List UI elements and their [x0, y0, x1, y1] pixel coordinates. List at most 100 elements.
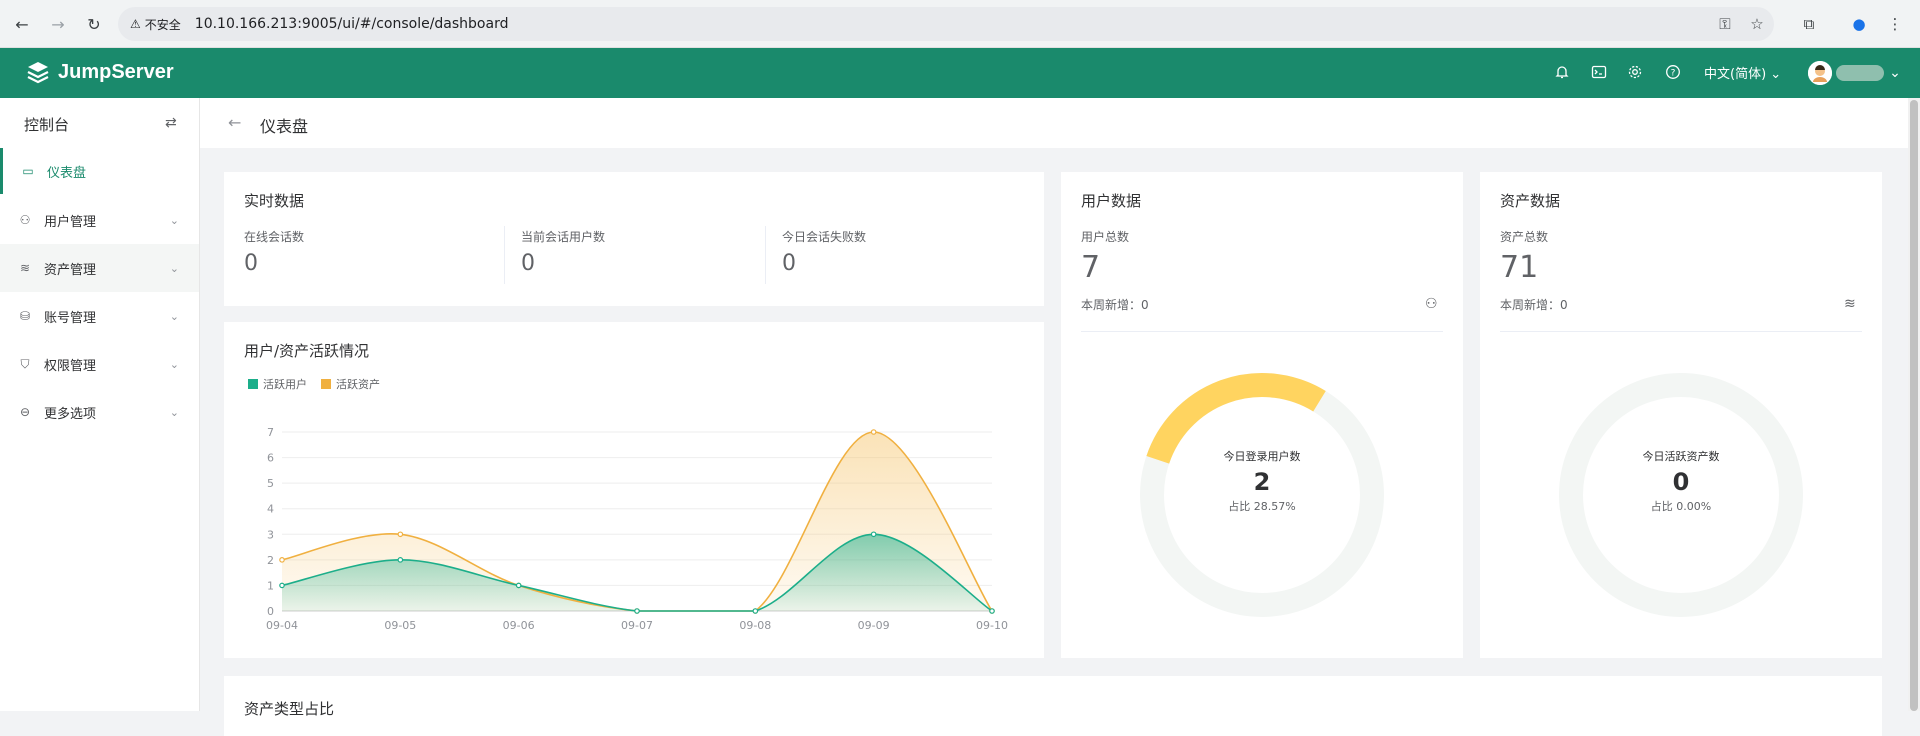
menu-kebab-icon[interactable]: ⋮	[1886, 15, 1904, 33]
y-tick-label: 6	[267, 452, 274, 465]
data-point-users	[752, 608, 759, 614]
sidebar-item-label: 更多选项	[44, 406, 97, 422]
chevron-down-icon: ⌄	[169, 261, 179, 275]
address-bar[interactable]: ⚠ 不安全 10.10.166.213:9005/ui/#/console/das…	[118, 7, 1774, 41]
user-total-label: 用户总数	[1081, 230, 1130, 244]
card-title: 用户数据	[1081, 192, 1142, 210]
y-tick-label: 7	[267, 426, 274, 439]
activity-chart: 0 1 2 3 4 5 6 7 09-04 09-05 09-06 09-07 09-08 09-09 09…	[266, 426, 1008, 632]
divider	[1500, 331, 1862, 332]
sidebar-item-label: 仪表盘	[47, 165, 87, 181]
y-tick-label: 1	[267, 579, 274, 592]
more-icon: ⊖	[19, 405, 31, 419]
brand-name: JumpServer	[58, 60, 174, 83]
sidebar-item-label: 用户管理	[44, 214, 97, 230]
users-icon: ⚇	[1425, 296, 1438, 312]
x-tick-label: 09-09	[858, 619, 890, 632]
y-tick-label: 3	[267, 528, 274, 541]
data-point-users	[279, 582, 285, 589]
logo[interactable]: JumpServer	[26, 60, 174, 84]
warning-icon: ⚠	[130, 17, 141, 31]
key-icon[interactable]: ⚿	[1716, 15, 1734, 33]
dashboard-icon: ▭	[22, 164, 34, 178]
avatar[interactable]	[1808, 61, 1832, 85]
switch-view-icon[interactable]: ⇄	[165, 115, 177, 131]
forward-arrow-icon[interactable]: →	[46, 12, 70, 36]
sidebar-item-label: 账号管理	[44, 310, 97, 326]
layers-icon: ≋	[1844, 296, 1856, 312]
asset-type-card: 资产类型占比	[224, 676, 1882, 736]
language-selector[interactable]: 中文(简体) ⌄	[1704, 63, 1781, 82]
sidebar-item-label: 资产管理	[44, 262, 97, 278]
chevron-down-icon: ⌄	[1770, 67, 1782, 82]
sidebar: 控制台 ⇄ ▭ 仪表盘 ⚇ 用户管理 ⌄ ≋ 资产管理 ⌄ ⛁ 账号管理 ⌄ ⛉…	[0, 98, 200, 711]
scrollbar-thumb[interactable]	[1910, 100, 1918, 711]
divider	[504, 226, 505, 284]
sidebar-item-users[interactable]: ⚇ 用户管理 ⌄	[0, 196, 199, 244]
y-tick-label: 2	[267, 554, 274, 567]
url-text: 10.10.166.213:9005/ui/#/console/dashboar…	[194, 16, 509, 32]
sidebar-title: 控制台	[24, 116, 70, 134]
data-point-users	[515, 582, 522, 589]
y-tick-label: 0	[267, 605, 274, 618]
asset-weekly: 本周新增：0	[1500, 298, 1568, 312]
x-tick-label: 09-08	[739, 619, 771, 632]
y-tick-label: 5	[267, 477, 274, 490]
user-menu-chevron-icon[interactable]: ⌄	[1886, 64, 1904, 82]
layers-icon: ≋	[19, 261, 31, 275]
x-tick-label: 09-07	[621, 619, 653, 632]
sidebar-item-permissions[interactable]: ⛉ 权限管理 ⌄	[0, 340, 199, 388]
asset-total-label: 资产总数	[1500, 230, 1549, 244]
asset-data-card: 资产数据 资产总数 71 本周新增：0 ≋ 今日活跃资产数 0 占比 0.00%	[1480, 172, 1882, 658]
x-tick-label: 09-04	[266, 619, 298, 632]
account-icon: ⛁	[19, 309, 31, 323]
security-warning[interactable]: ⚠ 不安全	[130, 16, 181, 33]
jumpserver-logo-icon	[27, 62, 49, 84]
x-tick-label: 09-06	[503, 619, 535, 632]
card-title: 实时数据	[244, 192, 305, 210]
username-masked[interactable]	[1836, 65, 1884, 81]
sidebar-item-dashboard[interactable]: ▭ 仪表盘	[0, 148, 199, 194]
user-data-card: 用户数据 用户总数 7 本周新增：0 ⚇ 今日登录用户数 2 占比 28.57%	[1061, 172, 1463, 658]
chevron-down-icon: ⌄	[169, 309, 179, 323]
stat-online-sessions: 在线会话数 0	[244, 230, 305, 276]
chevron-down-icon: ⌄	[169, 213, 179, 227]
reload-icon[interactable]: ↻	[82, 12, 106, 36]
settings-gear-icon[interactable]	[1626, 64, 1644, 82]
card-title: 资产数据	[1500, 192, 1561, 210]
bookmark-star-icon[interactable]: ☆	[1748, 15, 1766, 33]
y-tick-label: 4	[267, 503, 274, 516]
app-header: JumpServer ? 中文(简体) ⌄ ⌄	[0, 48, 1920, 98]
browser-toolbar: ← → ↻ ⚠ 不安全 10.10.166.213:9005/ui/#/conso…	[0, 0, 1920, 48]
stat-failed-sessions: 今日会话失败数 0	[782, 230, 867, 276]
stat-current-users: 当前会话用户数 0	[521, 230, 606, 276]
chevron-down-icon: ⌄	[169, 357, 179, 371]
profile-icon[interactable]: ●	[1850, 15, 1868, 33]
sidebar-item-accounts[interactable]: ⛁ 账号管理 ⌄	[0, 292, 199, 340]
asset-total-value: 71	[1500, 250, 1539, 285]
user-weekly: 本周新增：0	[1081, 298, 1149, 312]
back-arrow-icon[interactable]: ←	[10, 12, 34, 36]
sidebar-item-label: 权限管理	[44, 358, 97, 374]
bell-icon[interactable]	[1553, 64, 1571, 82]
chevron-down-icon: ⌄	[169, 405, 179, 419]
realtime-card: 实时数据 在线会话数 0 当前会话用户数 0 今日会话失败数 0	[224, 172, 1044, 306]
sidebar-item-more[interactable]: ⊖ 更多选项 ⌄	[0, 388, 199, 436]
data-point-assets	[279, 557, 285, 563]
terminal-icon[interactable]	[1590, 64, 1608, 82]
data-point-users	[870, 531, 877, 538]
back-arrow-icon[interactable]: ←	[228, 113, 241, 132]
data-point-users	[989, 608, 995, 614]
data-point-assets	[870, 429, 877, 435]
users-icon: ⚇	[19, 213, 31, 227]
page-header: ← 仪表盘	[200, 98, 1908, 148]
users-donut-text: 今日登录用户数 2 占比 28.57%	[1223, 450, 1301, 513]
shield-icon: ⛉	[20, 356, 30, 371]
page-title: 仪表盘	[260, 117, 309, 136]
card-title: 资产类型占比	[244, 700, 335, 718]
user-total-value: 7	[1081, 250, 1101, 285]
help-icon[interactable]: ?	[1664, 64, 1682, 82]
extensions-icon[interactable]: ⧉	[1800, 15, 1818, 33]
x-tick-label: 09-10	[976, 619, 1008, 632]
sidebar-item-assets[interactable]: ≋ 资产管理 ⌄	[0, 244, 199, 292]
